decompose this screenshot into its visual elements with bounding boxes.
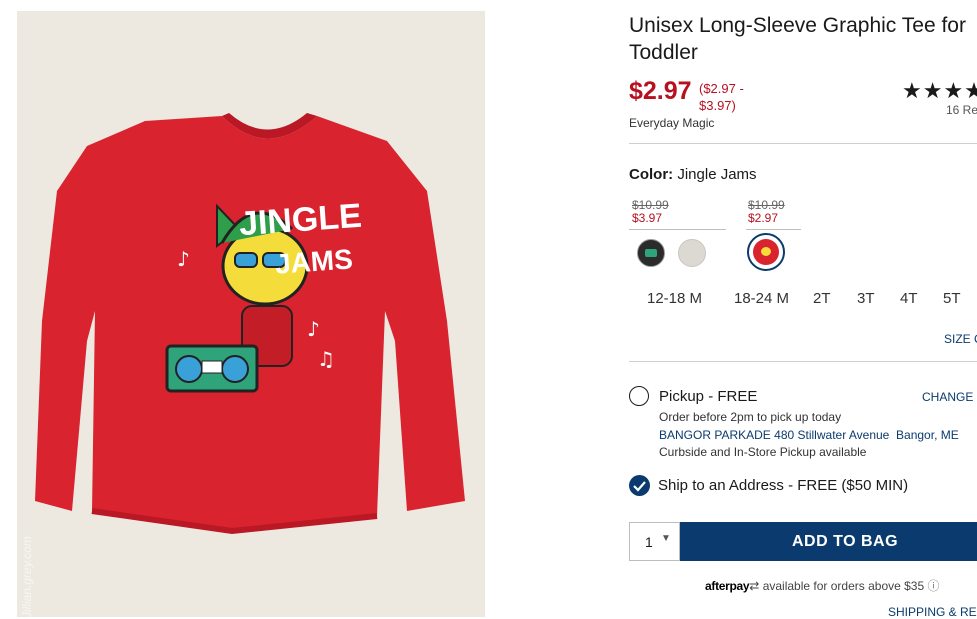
- color-label-key: Color:: [629, 166, 674, 183]
- pickup-label[interactable]: Pickup - FREE: [659, 388, 757, 405]
- rating-stars-icon[interactable]: ★★★★★: [902, 78, 977, 104]
- swatch-dark-graphic[interactable]: [637, 239, 665, 267]
- ship-label[interactable]: Ship to an Address - FREE ($50 MIN): [658, 477, 908, 494]
- change-store-link[interactable]: CHANGE STORE: [922, 390, 977, 404]
- pickup-options: Curbside and In-Store Pickup available: [659, 445, 867, 459]
- new-price: $2.97: [748, 211, 779, 225]
- price-label: Everyday Magic: [629, 116, 715, 130]
- divider: [629, 361, 977, 362]
- quantity-select[interactable]: 1 ▼: [629, 522, 680, 561]
- product-image[interactable]: ♪ ♪ ♫ JINGLE JAMS Jillian.grey.com: [17, 11, 485, 617]
- size-option[interactable]: 3T: [857, 290, 875, 307]
- store-name: BANGOR PARKADE: [659, 428, 771, 442]
- divider: [629, 143, 977, 144]
- swatch-graphic-icon: [761, 247, 771, 256]
- afterpay-info: afterpay⇄ available for orders above $35…: [705, 577, 940, 594]
- swatch-light-grey[interactable]: [678, 239, 706, 267]
- size-option[interactable]: 12-18 M: [647, 290, 702, 307]
- size-option[interactable]: 2T: [813, 290, 831, 307]
- reviews-link[interactable]: 16 Reviews: [946, 103, 977, 117]
- afterpay-icon: ⇄: [749, 579, 760, 593]
- swatch-divider: [746, 229, 801, 230]
- add-to-bag-label: ADD TO BAG: [792, 533, 899, 550]
- pickup-note: Order before 2pm to pick up today: [659, 410, 842, 424]
- store-link[interactable]: BANGOR PARKADE 480 Stillwater Avenue Ban…: [659, 428, 959, 442]
- store-city: Bangor, ME: [896, 428, 959, 442]
- color-label: Color: Jingle Jams: [629, 166, 757, 183]
- store-address: 480 Stillwater Avenue: [774, 428, 890, 442]
- quantity-value: 1: [645, 534, 653, 550]
- afterpay-text: available for orders above $35: [762, 579, 925, 593]
- check-icon: [633, 481, 646, 492]
- ship-checkbox[interactable]: [629, 475, 650, 496]
- svg-text:♫: ♫: [317, 347, 335, 371]
- watermark: Jillian.grey.com: [20, 536, 34, 617]
- graphic-text-jams: JAMS: [273, 243, 354, 280]
- swatch-group-2: $10.99 $2.97: [748, 199, 785, 225]
- swatch-red-graphic: [753, 239, 779, 265]
- new-price: $3.97: [632, 211, 663, 225]
- svg-text:♪: ♪: [307, 317, 320, 341]
- pickup-radio[interactable]: [629, 386, 649, 406]
- swatch-selected-ring[interactable]: [747, 233, 785, 271]
- add-to-bag-button[interactable]: ADD TO BAG: [680, 522, 977, 561]
- product-title: Unisex Long-Sleeve Graphic Tee for Toddl…: [629, 14, 966, 64]
- svg-text:♪: ♪: [177, 247, 190, 271]
- size-chart-link[interactable]: SIZE CHART: [944, 332, 977, 346]
- info-icon[interactable]: ⓘ: [927, 579, 939, 593]
- swatch-graphic-icon: [645, 249, 657, 257]
- size-option[interactable]: 5T: [943, 290, 961, 307]
- chevron-down-icon: ▼: [661, 533, 671, 544]
- swatch-group-1: $10.99 $3.97: [632, 199, 669, 225]
- price-range: ($2.97 - $3.97): [699, 81, 744, 113]
- size-option[interactable]: 4T: [900, 290, 918, 307]
- size-option[interactable]: 18-24 M: [734, 290, 789, 307]
- sale-price: $2.97: [629, 77, 692, 105]
- swatch-divider: [629, 229, 726, 230]
- afterpay-logo: afterpay: [705, 579, 750, 593]
- shirt-illustration: ♪ ♪ ♫: [35, 113, 465, 535]
- color-value: Jingle Jams: [677, 166, 757, 183]
